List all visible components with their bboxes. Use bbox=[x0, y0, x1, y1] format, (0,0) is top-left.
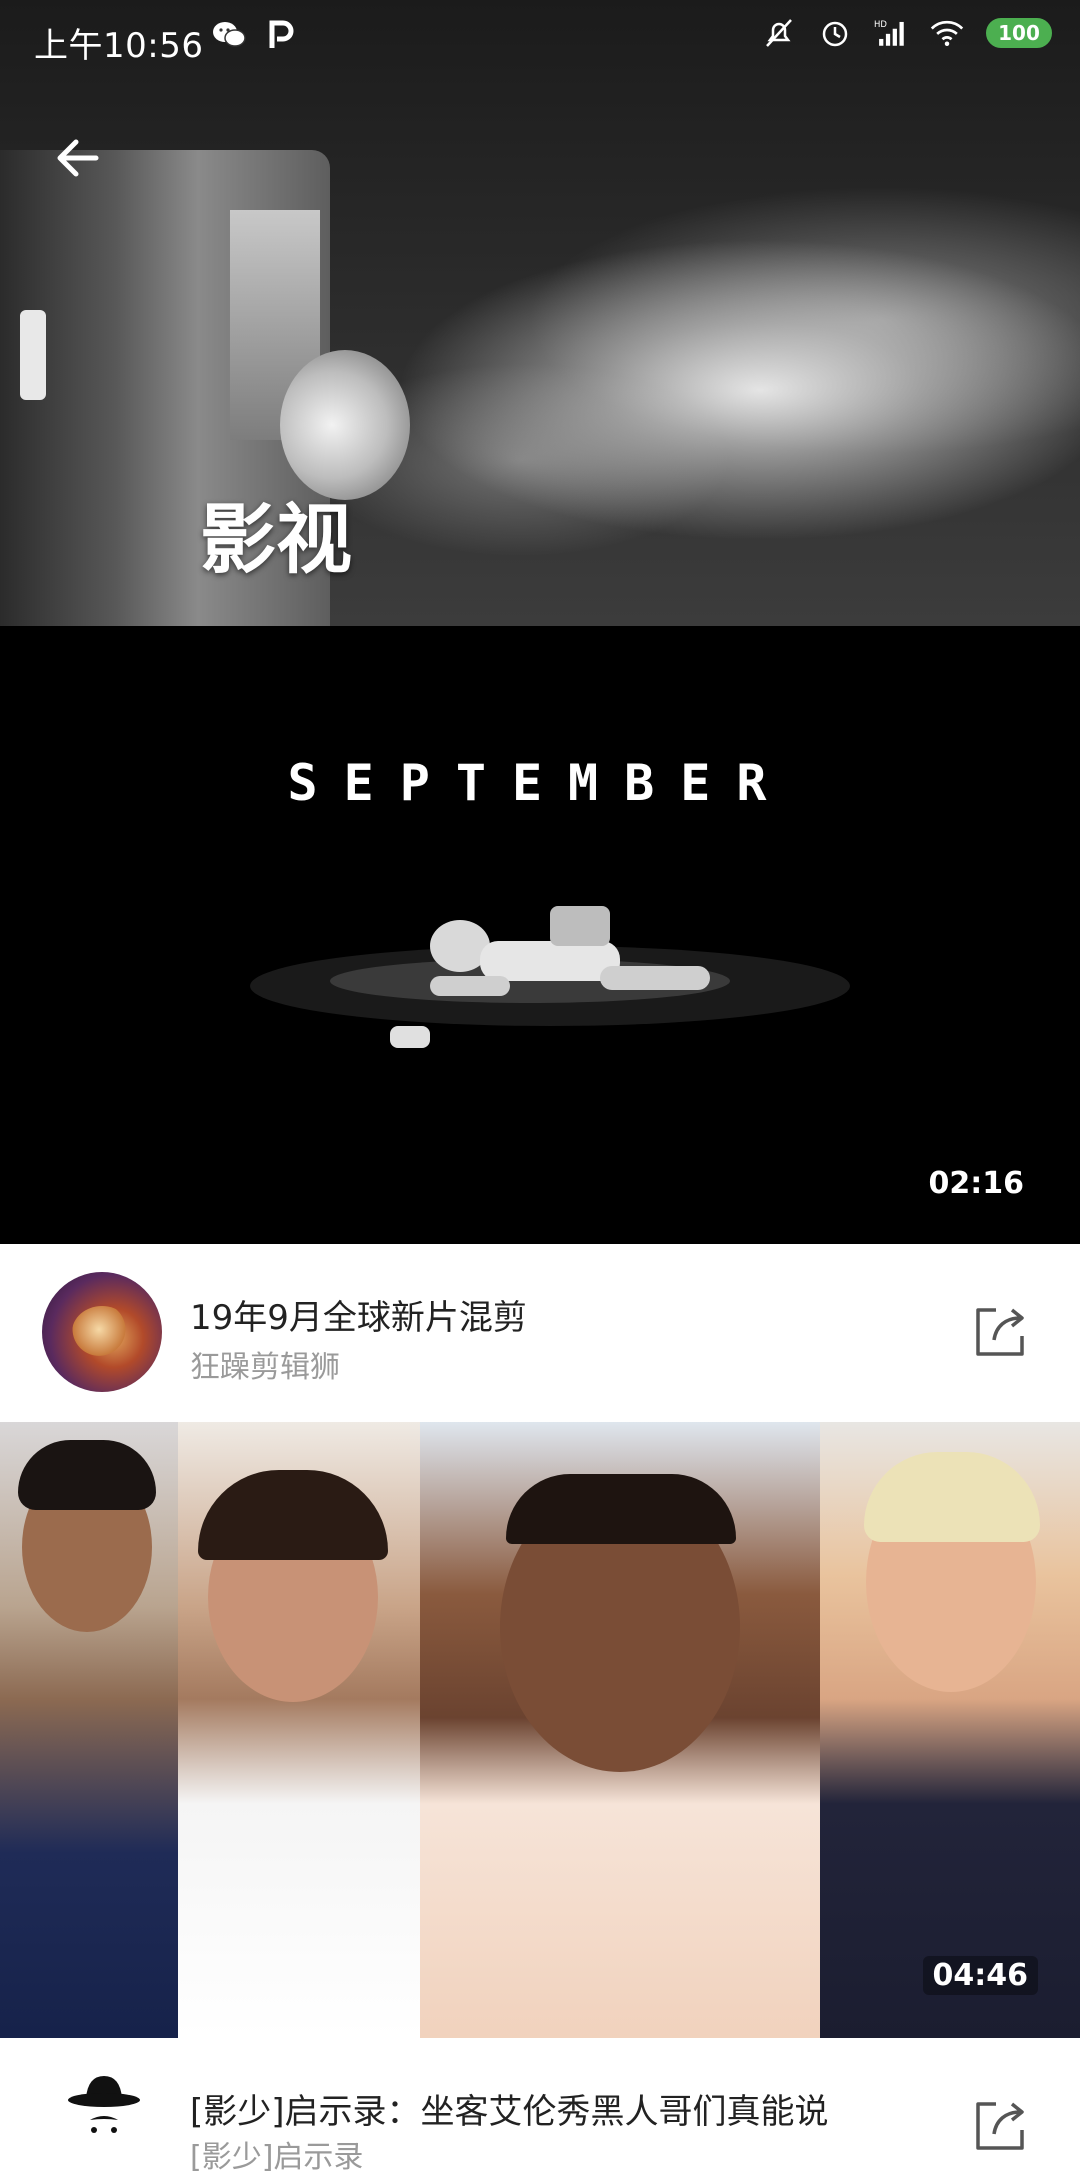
battery-icon: 100 bbox=[986, 18, 1052, 48]
video-title[interactable]: 19年9月全球新片混剪 bbox=[190, 1290, 527, 1339]
status-time: 上午10:56 bbox=[34, 26, 204, 66]
share-button[interactable] bbox=[968, 2094, 1032, 2158]
share-icon bbox=[976, 2102, 1024, 2150]
back-arrow-icon bbox=[57, 139, 99, 177]
person-image bbox=[178, 1422, 420, 2038]
astronaut-image bbox=[250, 906, 850, 1048]
wechat-icon bbox=[212, 18, 246, 52]
video-title[interactable]: [影少]启示录：坐客艾伦秀黑人哥们真能说 bbox=[190, 2084, 829, 2133]
person-image bbox=[420, 1422, 820, 2038]
channel-avatar[interactable] bbox=[42, 1272, 162, 1392]
channel-name[interactable]: [影少]启示录 bbox=[190, 2132, 363, 2176]
wifi-icon bbox=[930, 16, 964, 50]
svg-text:HD: HD bbox=[874, 20, 887, 30]
alarm-icon bbox=[818, 16, 852, 50]
page-title: 影视 bbox=[200, 495, 352, 584]
header-banner: 上午10:56 HD 100 影视 bbox=[0, 0, 1080, 626]
person-image bbox=[820, 1422, 1080, 2038]
mute-icon bbox=[762, 16, 796, 50]
person-image bbox=[0, 1422, 178, 2038]
channel-name[interactable]: 狂躁剪辑狮 bbox=[190, 1342, 340, 1386]
video-thumbnail[interactable]: 04:46 bbox=[0, 1422, 1080, 2038]
hat-logo-icon bbox=[68, 2076, 140, 2133]
video-info-row[interactable]: 19年9月全球新片混剪 狂躁剪辑狮 bbox=[0, 1244, 1080, 1422]
hd-signal-icon: HD bbox=[874, 16, 908, 50]
share-button[interactable] bbox=[968, 1300, 1032, 1364]
thumbnail-title-text: SEPTEMBER bbox=[287, 754, 793, 812]
channel-avatar[interactable] bbox=[64, 2068, 144, 2148]
video-duration: 02:16 bbox=[928, 1166, 1025, 1201]
p-app-icon bbox=[264, 18, 298, 52]
video-thumbnail[interactable]: SEPTEMBER 02:16 bbox=[0, 626, 1080, 1244]
video-info-row[interactable]: [影少]启示录：坐客艾伦秀黑人哥们真能说 [影少]启示录 bbox=[0, 2038, 1080, 2175]
video-duration: 04:46 bbox=[922, 1956, 1038, 1995]
status-bar: 上午10:56 HD 100 bbox=[0, 0, 1080, 80]
back-button[interactable] bbox=[40, 120, 116, 196]
share-icon bbox=[976, 1308, 1024, 1356]
